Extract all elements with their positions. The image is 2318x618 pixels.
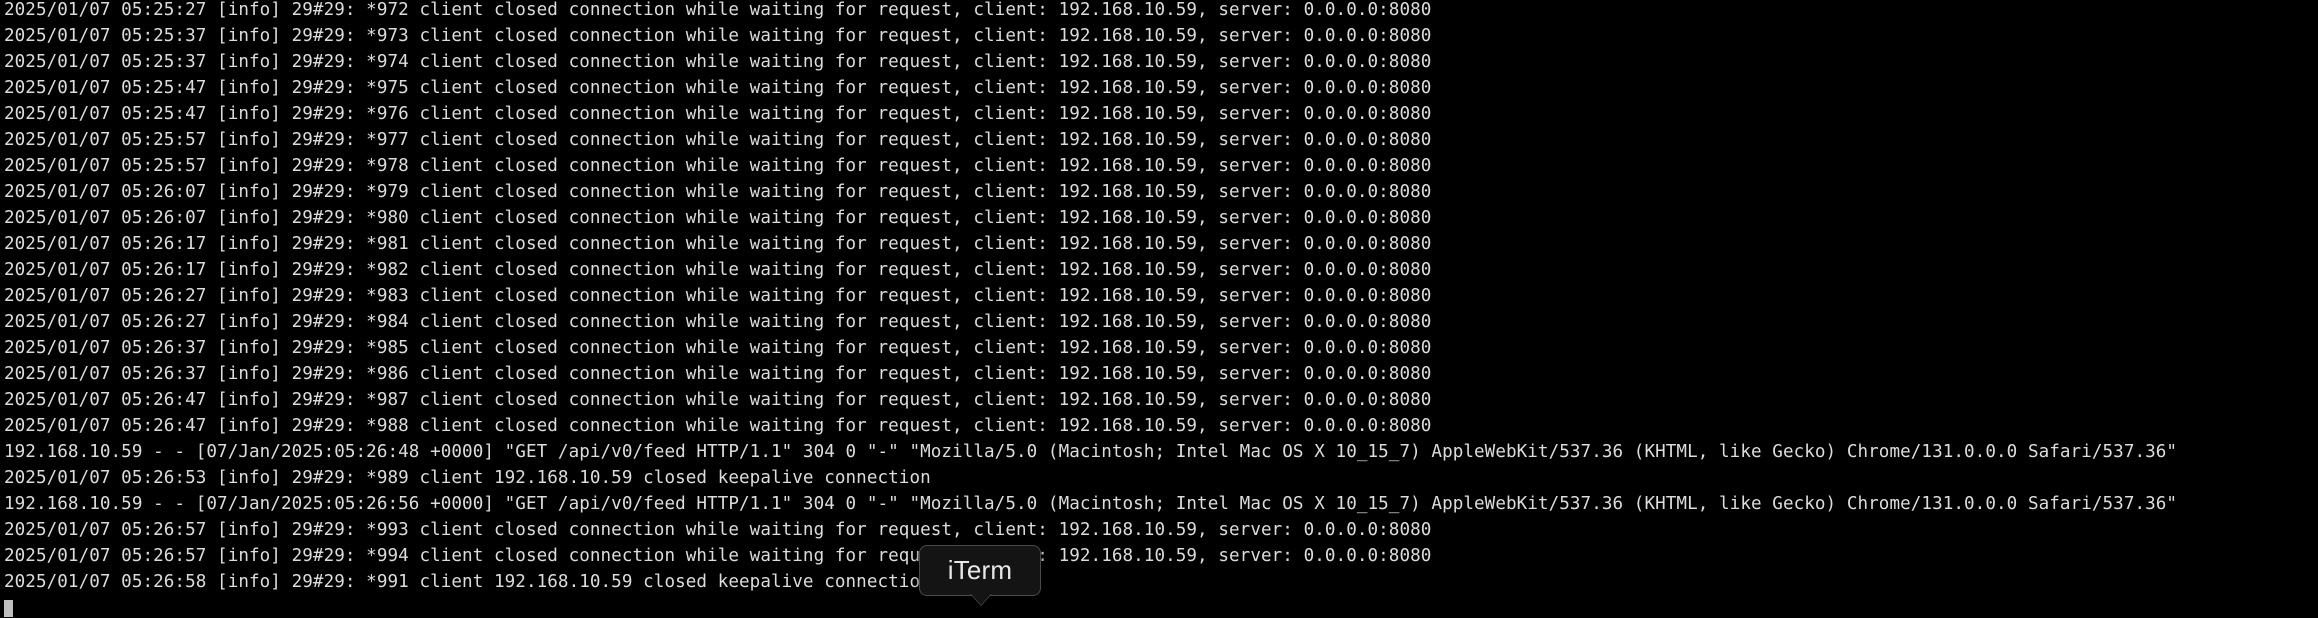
log-line: 192.168.10.59 - - [07/Jan/2025:05:26:56 … — [4, 494, 2178, 514]
log-line: 2025/01/07 05:25:37 [info] 29#29: *973 c… — [4, 26, 1432, 46]
log-line: 2025/01/07 05:26:58 [info] 29#29: *991 c… — [4, 572, 931, 592]
app-tooltip: iTerm — [919, 545, 1041, 596]
tooltip-arrow-inner — [971, 594, 991, 605]
log-line: 2025/01/07 05:26:17 [info] 29#29: *981 c… — [4, 234, 1432, 254]
log-line: 2025/01/07 05:26:47 [info] 29#29: *988 c… — [4, 416, 1432, 436]
log-line: 2025/01/07 05:26:07 [info] 29#29: *980 c… — [4, 208, 1432, 228]
terminal-cursor — [4, 600, 13, 617]
log-line: 2025/01/07 05:26:37 [info] 29#29: *985 c… — [4, 338, 1432, 358]
log-line: 2025/01/07 05:26:57 [info] 29#29: *994 c… — [4, 546, 1432, 566]
log-line: 192.168.10.59 - - [07/Jan/2025:05:26:48 … — [4, 442, 2178, 462]
log-line: 2025/01/07 05:26:17 [info] 29#29: *982 c… — [4, 260, 1432, 280]
terminal-window[interactable]: 2025/01/07 05:25:27 [info] 29#29: *972 c… — [0, 0, 2318, 618]
log-output: 2025/01/07 05:25:27 [info] 29#29: *972 c… — [4, 0, 2177, 598]
log-line: 2025/01/07 05:26:57 [info] 29#29: *993 c… — [4, 520, 1432, 540]
log-line: 2025/01/07 05:26:37 [info] 29#29: *986 c… — [4, 364, 1432, 384]
log-line: 2025/01/07 05:26:27 [info] 29#29: *984 c… — [4, 312, 1432, 332]
log-line: 2025/01/07 05:25:47 [info] 29#29: *975 c… — [4, 78, 1432, 98]
log-line: 2025/01/07 05:25:57 [info] 29#29: *978 c… — [4, 156, 1432, 176]
log-line: 2025/01/07 05:26:07 [info] 29#29: *979 c… — [4, 182, 1432, 202]
tooltip-label: iTerm — [947, 555, 1013, 585]
log-line: 2025/01/07 05:25:57 [info] 29#29: *977 c… — [4, 130, 1432, 150]
log-line: 2025/01/07 05:26:47 [info] 29#29: *987 c… — [4, 390, 1432, 410]
log-line: 2025/01/07 05:25:37 [info] 29#29: *974 c… — [4, 52, 1432, 72]
log-line: 2025/01/07 05:26:53 [info] 29#29: *989 c… — [4, 468, 931, 488]
log-line: 2025/01/07 05:26:27 [info] 29#29: *983 c… — [4, 286, 1432, 306]
log-line: 2025/01/07 05:25:27 [info] 29#29: *972 c… — [4, 0, 1432, 20]
log-line: 2025/01/07 05:25:47 [info] 29#29: *976 c… — [4, 104, 1432, 124]
